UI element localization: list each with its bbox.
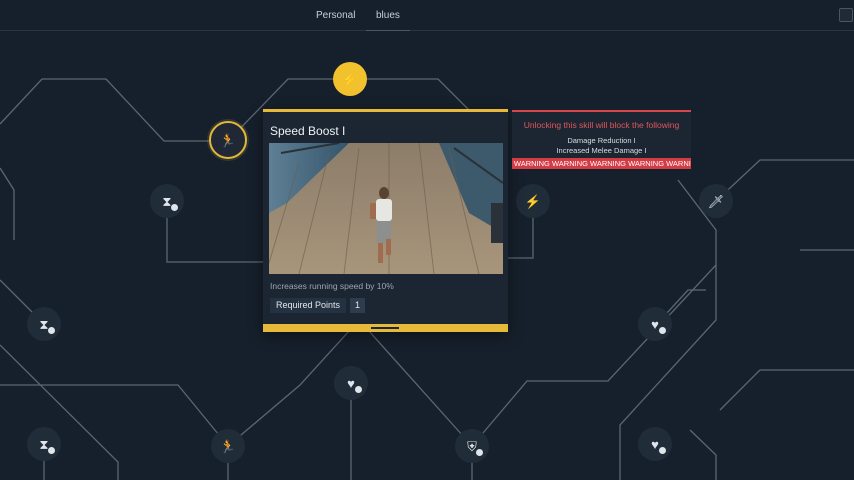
tab-blues[interactable]: blues [366, 0, 410, 31]
skill-node-lightning-mid[interactable]: ⚡ [516, 184, 550, 218]
node-badge-icon [476, 449, 483, 456]
skill-node-heart-center[interactable]: ♥ [334, 366, 368, 400]
running-man-icon: 🏃 [219, 132, 237, 148]
skill-node-sword[interactable]: 🗡 [699, 184, 733, 218]
player-running-on-boardwalk-image [269, 143, 503, 274]
corner-menu-icon[interactable] [839, 8, 853, 22]
sword-icon: 🗡 [707, 193, 725, 209]
skill-node-top-lightning[interactable]: ⚡ [333, 62, 367, 96]
running-man-icon: 🏃 [219, 438, 237, 454]
skill-node-heart-right[interactable]: ♥ [638, 307, 672, 341]
blocked-skill: Damage Reduction I [567, 136, 636, 145]
node-badge-icon [171, 204, 178, 211]
skill-node-speed-boost-selected[interactable]: 🏃 [209, 121, 247, 159]
node-badge-icon [659, 327, 666, 334]
heart-plus-icon: ♥ [651, 436, 659, 452]
node-badge-icon [659, 447, 666, 454]
top-bar: Personal blues [0, 0, 854, 31]
skill-detail-card: Speed Boost I Increases running speed by… [263, 109, 508, 332]
skill-node-hourglass-left[interactable]: ⧗ [150, 184, 184, 218]
node-badge-icon [48, 327, 55, 334]
required-points: Required Points 1 [270, 298, 366, 313]
warning-ticker: G WARNING WARNING WARNING WARNING WARNIN [512, 158, 691, 169]
skill-node-hourglass-lower-left[interactable]: ⧗ [27, 307, 61, 341]
heart-plus-icon: ♥ [651, 316, 659, 332]
node-badge-icon [48, 447, 55, 454]
node-badge-icon [355, 386, 362, 393]
unlock-bar[interactable] [263, 324, 508, 332]
required-points-label: Required Points [270, 298, 347, 313]
skill-tree-screen: Personal blues ⚡ 🏃 ⧗ ⚡ 🗡 ⧗ ♥ ♥ ⧗ 🏃 ⛨ ♥ S… [0, 0, 854, 480]
skill-preview-image [269, 143, 503, 274]
warning-title: Unlocking this skill will block the foll… [523, 120, 680, 130]
skill-title: Speed Boost I [270, 124, 346, 138]
required-points-value: 1 [350, 298, 366, 313]
skill-node-heart-bottom-right[interactable]: ♥ [638, 427, 672, 461]
skill-description: Increases running speed by 10% [270, 281, 394, 291]
tab-personal[interactable]: Personal [306, 0, 365, 31]
unlock-handle-icon [371, 327, 399, 329]
lightning-icon: ⚡ [341, 71, 359, 87]
block-warning-panel: Unlocking this skill will block the foll… [512, 110, 691, 169]
lightning-icon: ⚡ [524, 193, 542, 209]
skill-node-hourglass-bottom[interactable]: ⧗ [27, 427, 61, 461]
blocked-skill: Increased Melee Damage I [556, 146, 647, 155]
skill-node-runner-bottom[interactable]: 🏃 [211, 429, 245, 463]
skill-node-shield-bottom[interactable]: ⛨ [455, 429, 489, 463]
heart-plus-icon: ♥ [347, 375, 355, 391]
